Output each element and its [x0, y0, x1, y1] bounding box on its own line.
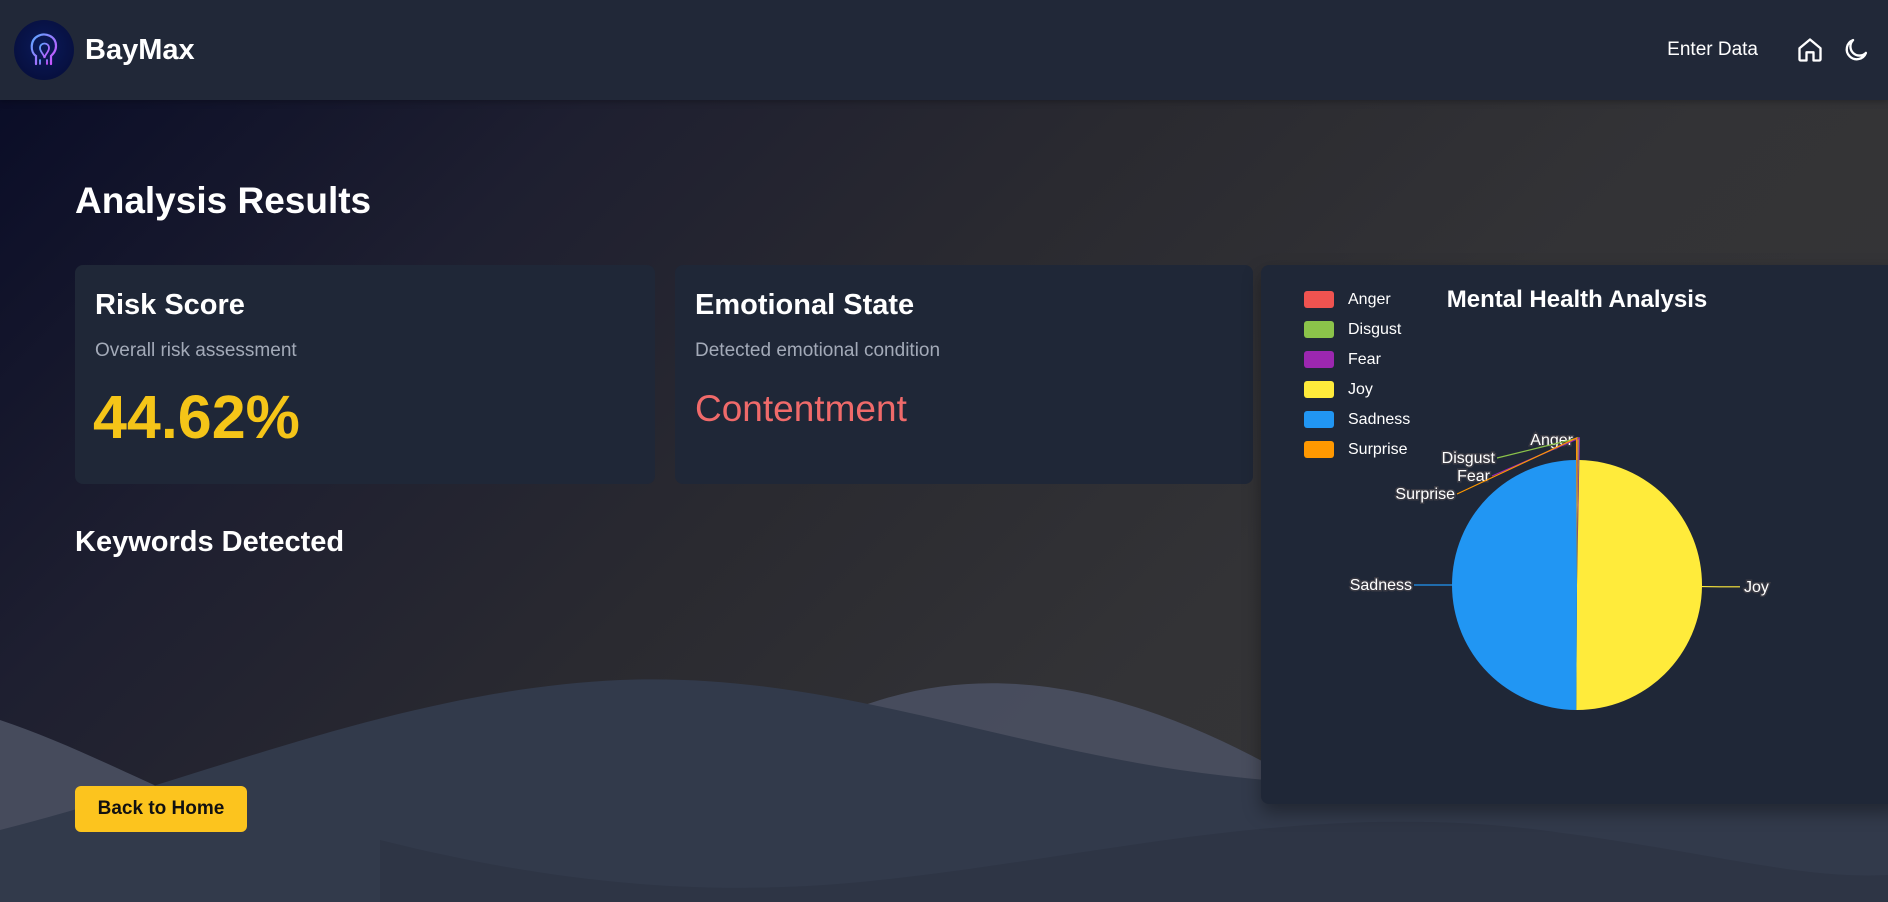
chart-title: Mental Health Analysis — [1447, 286, 1708, 313]
legend-label-disgust: Disgust — [1348, 321, 1402, 338]
pie-label-fear: Fear — [1457, 468, 1491, 485]
emotional-state-card: Emotional State Detected emotional condi… — [675, 265, 1253, 484]
pie-slice-joy — [1576, 460, 1703, 710]
pie-slice-sadness — [1451, 460, 1577, 710]
risk-score-title: Risk Score — [95, 289, 245, 321]
nav-actions: Enter Data — [1667, 30, 1872, 70]
enter-data-link[interactable]: Enter Data — [1667, 39, 1758, 61]
legend-swatch-anger — [1304, 291, 1334, 308]
page-title: Analysis Results — [75, 180, 372, 221]
mental-health-chart-card: Mental Health Analysis Anger Disgust Fear Jo… — [1261, 265, 1888, 804]
keywords-detected-heading: Keywords Detected — [75, 526, 345, 558]
legend-label-fear: Fear — [1348, 351, 1382, 368]
risk-score-value: 44.62% — [93, 383, 300, 451]
emotional-state-value: Contentment — [695, 388, 907, 429]
top-navbar: BayMax Enter Data — [0, 0, 1888, 100]
risk-score-card: Risk Score Overall risk assessment 44.62… — [75, 265, 655, 484]
home-icon[interactable] — [1794, 34, 1826, 66]
legend-swatch-sadness — [1304, 411, 1334, 428]
legend-swatch-fear — [1304, 351, 1334, 368]
mental-health-pie-chart: Mental Health AnalysisAngerDisgustFearJo… — [1304, 286, 1770, 710]
brand[interactable]: BayMax — [14, 20, 195, 80]
legend-label-joy: Joy — [1348, 381, 1373, 398]
moon-icon[interactable] — [1840, 34, 1872, 66]
risk-score-subtitle: Overall risk assessment — [95, 340, 297, 361]
brain-logo-icon — [14, 20, 74, 80]
emotional-state-subtitle: Detected emotional condition — [695, 340, 941, 361]
pie-label-disgust: Disgust — [1442, 450, 1496, 467]
legend-swatch-surprise — [1304, 441, 1334, 458]
pie-label-joy: Joy — [1744, 579, 1769, 596]
back-to-home-button[interactable]: Back to Home — [75, 786, 247, 832]
legend-swatch-disgust — [1304, 321, 1334, 338]
legend-label-sadness: Sadness — [1348, 411, 1410, 428]
pie-label-surprise: Surprise — [1395, 486, 1455, 503]
legend-label-surprise: Surprise — [1348, 441, 1408, 458]
legend-swatch-joy — [1304, 381, 1334, 398]
pie-label-sadness: Sadness — [1350, 577, 1412, 594]
emotional-state-title: Emotional State — [695, 289, 915, 321]
brand-name: BayMax — [85, 33, 195, 66]
legend-label-anger: Anger — [1348, 291, 1391, 308]
